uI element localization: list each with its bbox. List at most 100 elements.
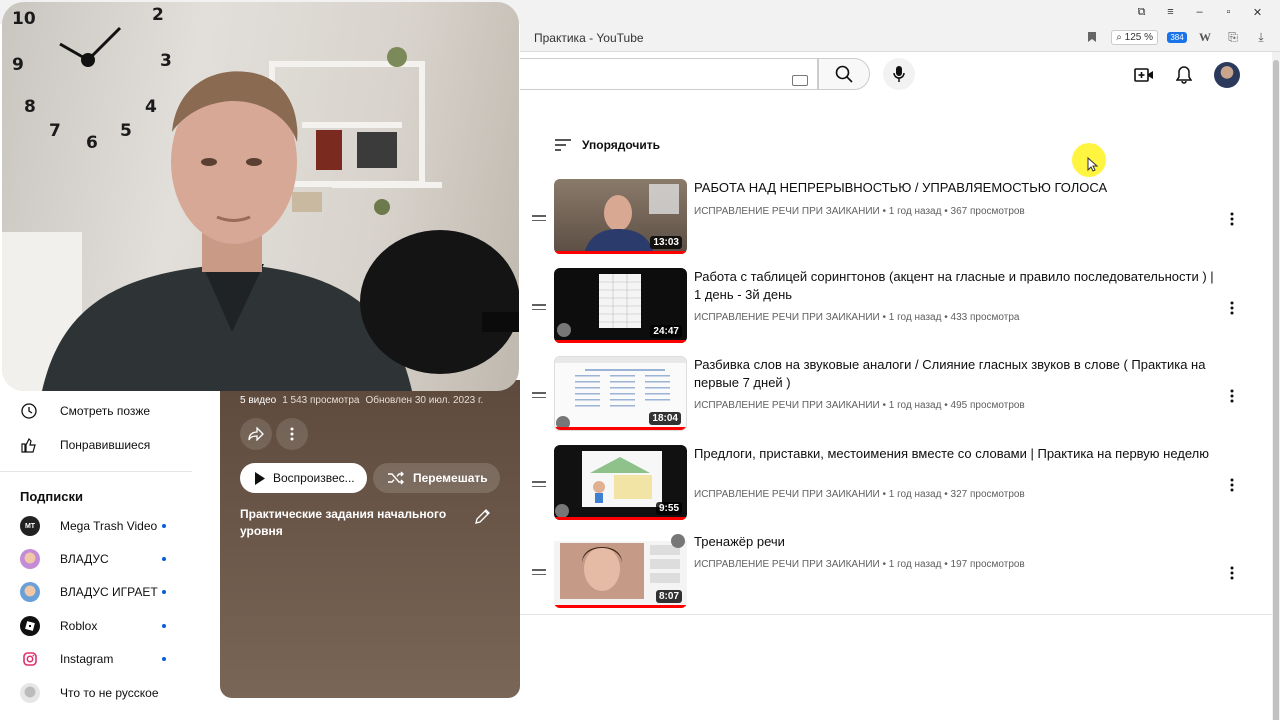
bookmark-icon[interactable] [1083,28,1101,46]
video-channel[interactable]: ИСПРАВЛЕНИЕ РЕЧИ ПРИ ЗАИКАНИИ [694,312,880,323]
keyboard-icon[interactable] [792,75,808,86]
channel-avatar [20,549,40,569]
new-content-dot [162,657,166,661]
search-button[interactable] [818,58,870,90]
svg-text:2: 2 [152,5,164,25]
more-vertical-icon [1230,478,1234,492]
subscription-item[interactable]: MT Mega Trash Video [20,516,170,536]
playlist-video-row[interactable]: 8:07 Тренажёр речи ИСПРАВЛЕНИЕ РЕЧИ ПРИ … [528,533,1248,613]
page-scrollbar[interactable] [1272,52,1280,720]
share-icon [248,427,264,441]
restore-tab-icon[interactable]: ⧉ [1127,2,1156,22]
video-thumbnail[interactable]: 13:03 [554,179,687,254]
video-thumbnail[interactable]: 8:07 [554,533,687,608]
svg-text:6: 6 [86,133,98,153]
new-content-dot [162,624,166,628]
video-thumbnail[interactable]: 18:04 [554,356,687,431]
video-views: 433 просмотра [950,312,1020,323]
wall-clock-numbers: 10 2 9 3 8 4 7 6 5 [12,5,172,153]
sidebar: Смотреть позже Понравившиеся Подписки MT… [0,392,220,720]
video-more-button[interactable] [1222,563,1242,583]
thumbs-up-icon [20,436,38,454]
sort-button[interactable]: Упорядочить [554,138,660,152]
scrollbar-thumb[interactable] [1273,60,1279,720]
sort-label: Упорядочить [582,138,661,152]
video-age: 1 год назад [888,206,942,217]
drag-handle-icon[interactable] [532,569,546,578]
shuffle-label: Перемешать [413,471,488,485]
video-meta: ИСПРАВЛЕНИЕ РЕЧИ ПРИ ЗАИКАНИИ • 1 год на… [694,312,1020,323]
playlist-video-row[interactable]: 13:03 РАБОТА НАД НЕПРЕРЫВНОСТЬЮ / УПРАВЛ… [528,179,1248,259]
video-thumbnail[interactable]: 24:47 [554,268,687,343]
voice-search-button[interactable] [883,58,915,90]
video-views: 327 просмотров [950,489,1025,500]
wikipedia-icon[interactable]: W [1196,28,1214,46]
subscription-item[interactable]: Instagram [20,649,170,669]
sidebar-item-liked[interactable]: Понравившиеся [20,436,180,454]
sidebar-item-label: Смотреть позже [60,404,151,418]
account-avatar[interactable] [1214,62,1240,88]
video-channel[interactable]: ИСПРАВЛЕНИЕ РЕЧИ ПРИ ЗАИКАНИИ [694,559,880,570]
list-divider [520,614,1272,615]
subscription-item[interactable]: ВЛАДУС ИГРАЕТ [20,582,170,602]
video-channel[interactable]: ИСПРАВЛЕНИЕ РЕЧИ ПРИ ЗАИКАНИИ [694,400,880,411]
drag-handle-icon[interactable] [532,392,546,401]
video-title[interactable]: Работа с таблицей сорингтонов (акцент на… [694,268,1224,304]
subscription-item[interactable]: ВЛАДУС [20,549,170,569]
subscription-item[interactable]: Что то не русское [20,683,170,703]
more-vertical-icon [290,427,294,441]
playlist-video-row[interactable]: 24:47 Работа с таблицей сорингтонов (акц… [528,268,1248,348]
sidebar-item-watch-later[interactable]: Смотреть позже [20,402,180,420]
video-more-button[interactable] [1222,475,1242,495]
subscription-item[interactable]: Roblox [20,616,170,636]
channel-name: Mega Trash Video [60,519,158,533]
playlist-video-row[interactable]: 18:04 Разбивка слов на звуковые аналоги … [528,356,1248,436]
channel-name: Instagram [60,652,114,666]
svg-text:8: 8 [24,97,36,117]
drag-handle-icon[interactable] [532,215,546,224]
video-more-button[interactable] [1222,209,1242,229]
video-title[interactable]: Тренажёр речи [694,533,1224,551]
maximize-icon[interactable]: ▫ [1214,2,1243,22]
address-bar[interactable]: Практика - YouTube ⌕ 125 % 384 W ⎘ ⤓ [520,24,1280,52]
webcam-overlay: 10 2 9 3 8 4 7 6 5 [2,2,519,391]
close-icon[interactable]: ✕ [1243,2,1272,22]
svg-text:3: 3 [160,51,172,71]
download-icon[interactable]: ⤓ [1252,28,1270,46]
video-more-button[interactable] [1222,386,1242,406]
play-all-button[interactable]: Воспроизвес... [240,463,367,493]
video-channel[interactable]: ИСПРАВЛЕНИЕ РЕЧИ ПРИ ЗАИКАНИИ [694,489,880,500]
video-more-button[interactable] [1222,298,1242,318]
drag-handle-icon[interactable] [532,481,546,490]
channel-avatar: MT [20,516,40,536]
playlist-stats: 5 видео 1 543 просмотра Обновлен 30 июл.… [240,395,483,406]
svg-text:5: 5 [120,121,132,141]
video-channel[interactable]: ИСПРАВЛЕНИЕ РЕЧИ ПРИ ЗАИКАНИИ [694,206,880,217]
notifications-bell-icon[interactable] [1176,66,1192,84]
edit-pencil-icon[interactable] [474,507,492,525]
playlist-views: 1 543 просмотра [282,395,360,406]
more-actions-button[interactable] [276,418,308,450]
extension-icon[interactable]: 384 [1167,28,1187,46]
video-title[interactable]: Предлоги, приставки, местоимения вместе … [694,445,1224,463]
translate-icon[interactable]: ⎘ [1224,28,1242,46]
channel-name: ВЛАДУС ИГРАЕТ [60,585,158,599]
minimize-icon[interactable]: – [1185,2,1214,22]
search-input[interactable] [520,58,818,90]
video-title[interactable]: РАБОТА НАД НЕПРЕРЫВНОСТЬЮ / УПРАВЛЯЕМОСТ… [694,179,1224,197]
zoom-indicator[interactable]: ⌕ 125 % [1111,29,1158,45]
menu-icon[interactable]: ≡ [1156,2,1185,22]
video-title[interactable]: Разбивка слов на звуковые аналоги / Слия… [694,356,1224,392]
shuffle-button[interactable]: Перемешать [373,463,500,493]
create-video-icon[interactable] [1134,67,1154,83]
playlist-video-row[interactable]: 9:55 Предлоги, приставки, местоимения вм… [528,445,1248,525]
channel-name: ВЛАДУС [60,552,109,566]
new-content-dot [162,524,166,528]
video-duration: 13:03 [650,236,682,249]
video-thumbnail[interactable]: 9:55 [554,445,687,520]
drag-handle-icon[interactable] [532,304,546,313]
share-button[interactable] [240,418,272,450]
subscriptions-heading[interactable]: Подписки [20,489,83,504]
microphone-icon [893,66,905,82]
tab-title: Практика - YouTube [534,31,644,45]
